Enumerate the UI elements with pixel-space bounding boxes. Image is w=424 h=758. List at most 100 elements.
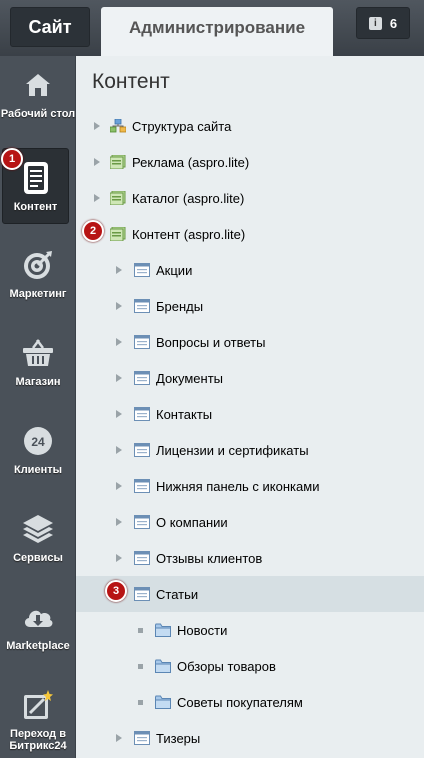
step-badge-3: 3 xyxy=(105,580,127,602)
tree-item-label: Контакты xyxy=(156,406,213,422)
sidebar-item-services[interactable]: Сервисы xyxy=(0,500,76,580)
iblock-icon xyxy=(134,335,150,349)
expand-arrow-icon[interactable] xyxy=(116,266,122,274)
iblock-type-icon xyxy=(110,191,126,205)
tree-item-content-aspro[interactable]: Контент (aspro.lite) xyxy=(76,216,424,252)
step-badge-2: 2 xyxy=(82,220,104,242)
clock-24-icon: 24 xyxy=(21,424,55,458)
tree-item-label: Статьи xyxy=(156,586,199,602)
content-panel: Контент Структура сайта Реклама (aspro.l… xyxy=(76,56,424,758)
sidebar-item-label: Переход в Битрикс24 xyxy=(9,728,67,752)
tab-site[interactable]: Сайт xyxy=(10,7,90,47)
iblock-icon xyxy=(134,371,150,385)
sidebar-item-clients[interactable]: 24 Клиенты xyxy=(0,412,76,492)
sidebar-item-desktop[interactable]: Рабочий стол xyxy=(0,56,76,136)
svg-text:24: 24 xyxy=(31,435,45,449)
tree-item-teasers[interactable]: Тизеры xyxy=(76,720,424,756)
basket-icon xyxy=(21,336,55,370)
structure-icon xyxy=(110,119,126,133)
folder-icon xyxy=(155,623,171,637)
leaf-bullet-icon xyxy=(138,663,143,669)
tree-item-catalog[interactable]: Каталог (aspro.lite) xyxy=(76,180,424,216)
sidebar-item-label: Клиенты xyxy=(13,464,62,476)
notifications-button[interactable]: i 6 xyxy=(356,7,410,39)
info-icon: i xyxy=(368,16,382,30)
tree-item-label: Контент (aspro.lite) xyxy=(132,226,246,242)
tree-item-bottom-panel[interactable]: Нижняя панель с иконками xyxy=(76,468,424,504)
expand-arrow-icon[interactable] xyxy=(116,482,122,490)
iblock-icon xyxy=(134,731,150,745)
sidebar-item-label: Контент xyxy=(13,201,58,213)
tree-item-label: Реклама (aspro.lite) xyxy=(132,154,250,170)
iblock-type-icon xyxy=(110,155,126,169)
expand-arrow-icon[interactable] xyxy=(116,446,122,454)
iblock-icon xyxy=(134,515,150,529)
tree-item-label: Новости xyxy=(177,622,228,638)
target-icon xyxy=(21,248,55,282)
iblock-icon xyxy=(134,551,150,565)
tree-item-actions[interactable]: Акции xyxy=(76,252,424,288)
tree-item-contacts[interactable]: Контакты xyxy=(76,396,424,432)
sidebar-item-label: Сервисы xyxy=(13,552,63,564)
expand-arrow-icon[interactable] xyxy=(116,302,122,310)
sidebar-item-marketplace[interactable]: Marketplace xyxy=(0,588,76,668)
cloud-download-icon xyxy=(21,600,55,634)
tree-item-licenses[interactable]: Лицензии и сертификаты xyxy=(76,432,424,468)
leaf-bullet-icon xyxy=(138,627,143,633)
home-icon xyxy=(21,68,55,102)
tree-item-site-structure[interactable]: Структура сайта xyxy=(76,108,424,144)
sidebar-item-bitrix24[interactable]: Переход в Битрикс24 xyxy=(0,676,76,756)
expand-arrow-icon[interactable] xyxy=(94,194,100,202)
tree-item-faq[interactable]: Вопросы и ответы xyxy=(76,324,424,360)
tree-item-about[interactable]: О компании xyxy=(76,504,424,540)
sidebar-item-label: Рабочий стол xyxy=(0,108,76,120)
tree-item-label: Бренды xyxy=(156,298,204,314)
tree-item-news[interactable]: Новости xyxy=(76,612,424,648)
iblock-type-icon xyxy=(110,227,126,241)
tree-item-label: Нижняя панель с иконками xyxy=(156,478,320,494)
tree-item-label: Документы xyxy=(156,370,224,386)
document-icon xyxy=(19,161,53,195)
tree-item-label: Отзывы клиентов xyxy=(156,550,263,566)
top-bar: Сайт Администрирование i 6 xyxy=(0,0,424,56)
expand-arrow-icon[interactable] xyxy=(94,158,100,166)
tree-item-label: Тизеры xyxy=(156,730,201,746)
expand-arrow-icon[interactable] xyxy=(94,122,100,130)
tree-item-brands[interactable]: Бренды xyxy=(76,288,424,324)
tree-item-product-reviews[interactable]: Обзоры товаров xyxy=(76,648,424,684)
page-title: Контент xyxy=(92,70,170,93)
sidebar-item-label: Магазин xyxy=(15,376,61,388)
iblock-icon xyxy=(134,299,150,313)
expand-arrow-icon[interactable] xyxy=(116,410,122,418)
expand-arrow-icon[interactable] xyxy=(116,518,122,526)
layers-icon xyxy=(21,512,55,546)
expand-arrow-icon[interactable] xyxy=(116,734,122,742)
tree-item-ads[interactable]: Реклама (aspro.lite) xyxy=(76,144,424,180)
sidebar: Рабочий стол Контент 1 Маркетинг Магазин… xyxy=(0,56,76,758)
iblock-icon xyxy=(134,479,150,493)
magic-wand-icon xyxy=(21,688,55,722)
iblock-icon xyxy=(134,407,150,421)
expand-arrow-icon[interactable] xyxy=(116,374,122,382)
iblock-icon xyxy=(134,587,150,601)
step-badge-1: 1 xyxy=(1,148,23,170)
tree-item-buyer-tips[interactable]: Советы покупателям xyxy=(76,684,424,720)
folder-icon xyxy=(155,695,171,709)
sidebar-item-label: Marketplace xyxy=(6,640,70,652)
expand-arrow-icon[interactable] xyxy=(116,554,122,562)
notifications-count: 6 xyxy=(389,15,398,31)
folder-icon xyxy=(155,659,171,673)
tree-item-label: Вопросы и ответы xyxy=(156,334,266,350)
tree-item-label: Лицензии и сертификаты xyxy=(156,442,309,458)
tree-item-label: Обзоры товаров xyxy=(177,658,276,674)
tree-item-articles[interactable]: Статьи xyxy=(76,576,424,612)
leaf-bullet-icon xyxy=(138,699,143,705)
tree-item-documents[interactable]: Документы xyxy=(76,360,424,396)
tree-item-label: О компании xyxy=(156,514,228,530)
tab-administration[interactable]: Администрирование xyxy=(101,7,333,56)
sidebar-item-marketing[interactable]: Маркетинг xyxy=(0,236,76,316)
iblock-icon xyxy=(134,263,150,277)
expand-arrow-icon[interactable] xyxy=(116,338,122,346)
sidebar-item-shop[interactable]: Магазин xyxy=(0,324,76,404)
tree-item-reviews[interactable]: Отзывы клиентов xyxy=(76,540,424,576)
